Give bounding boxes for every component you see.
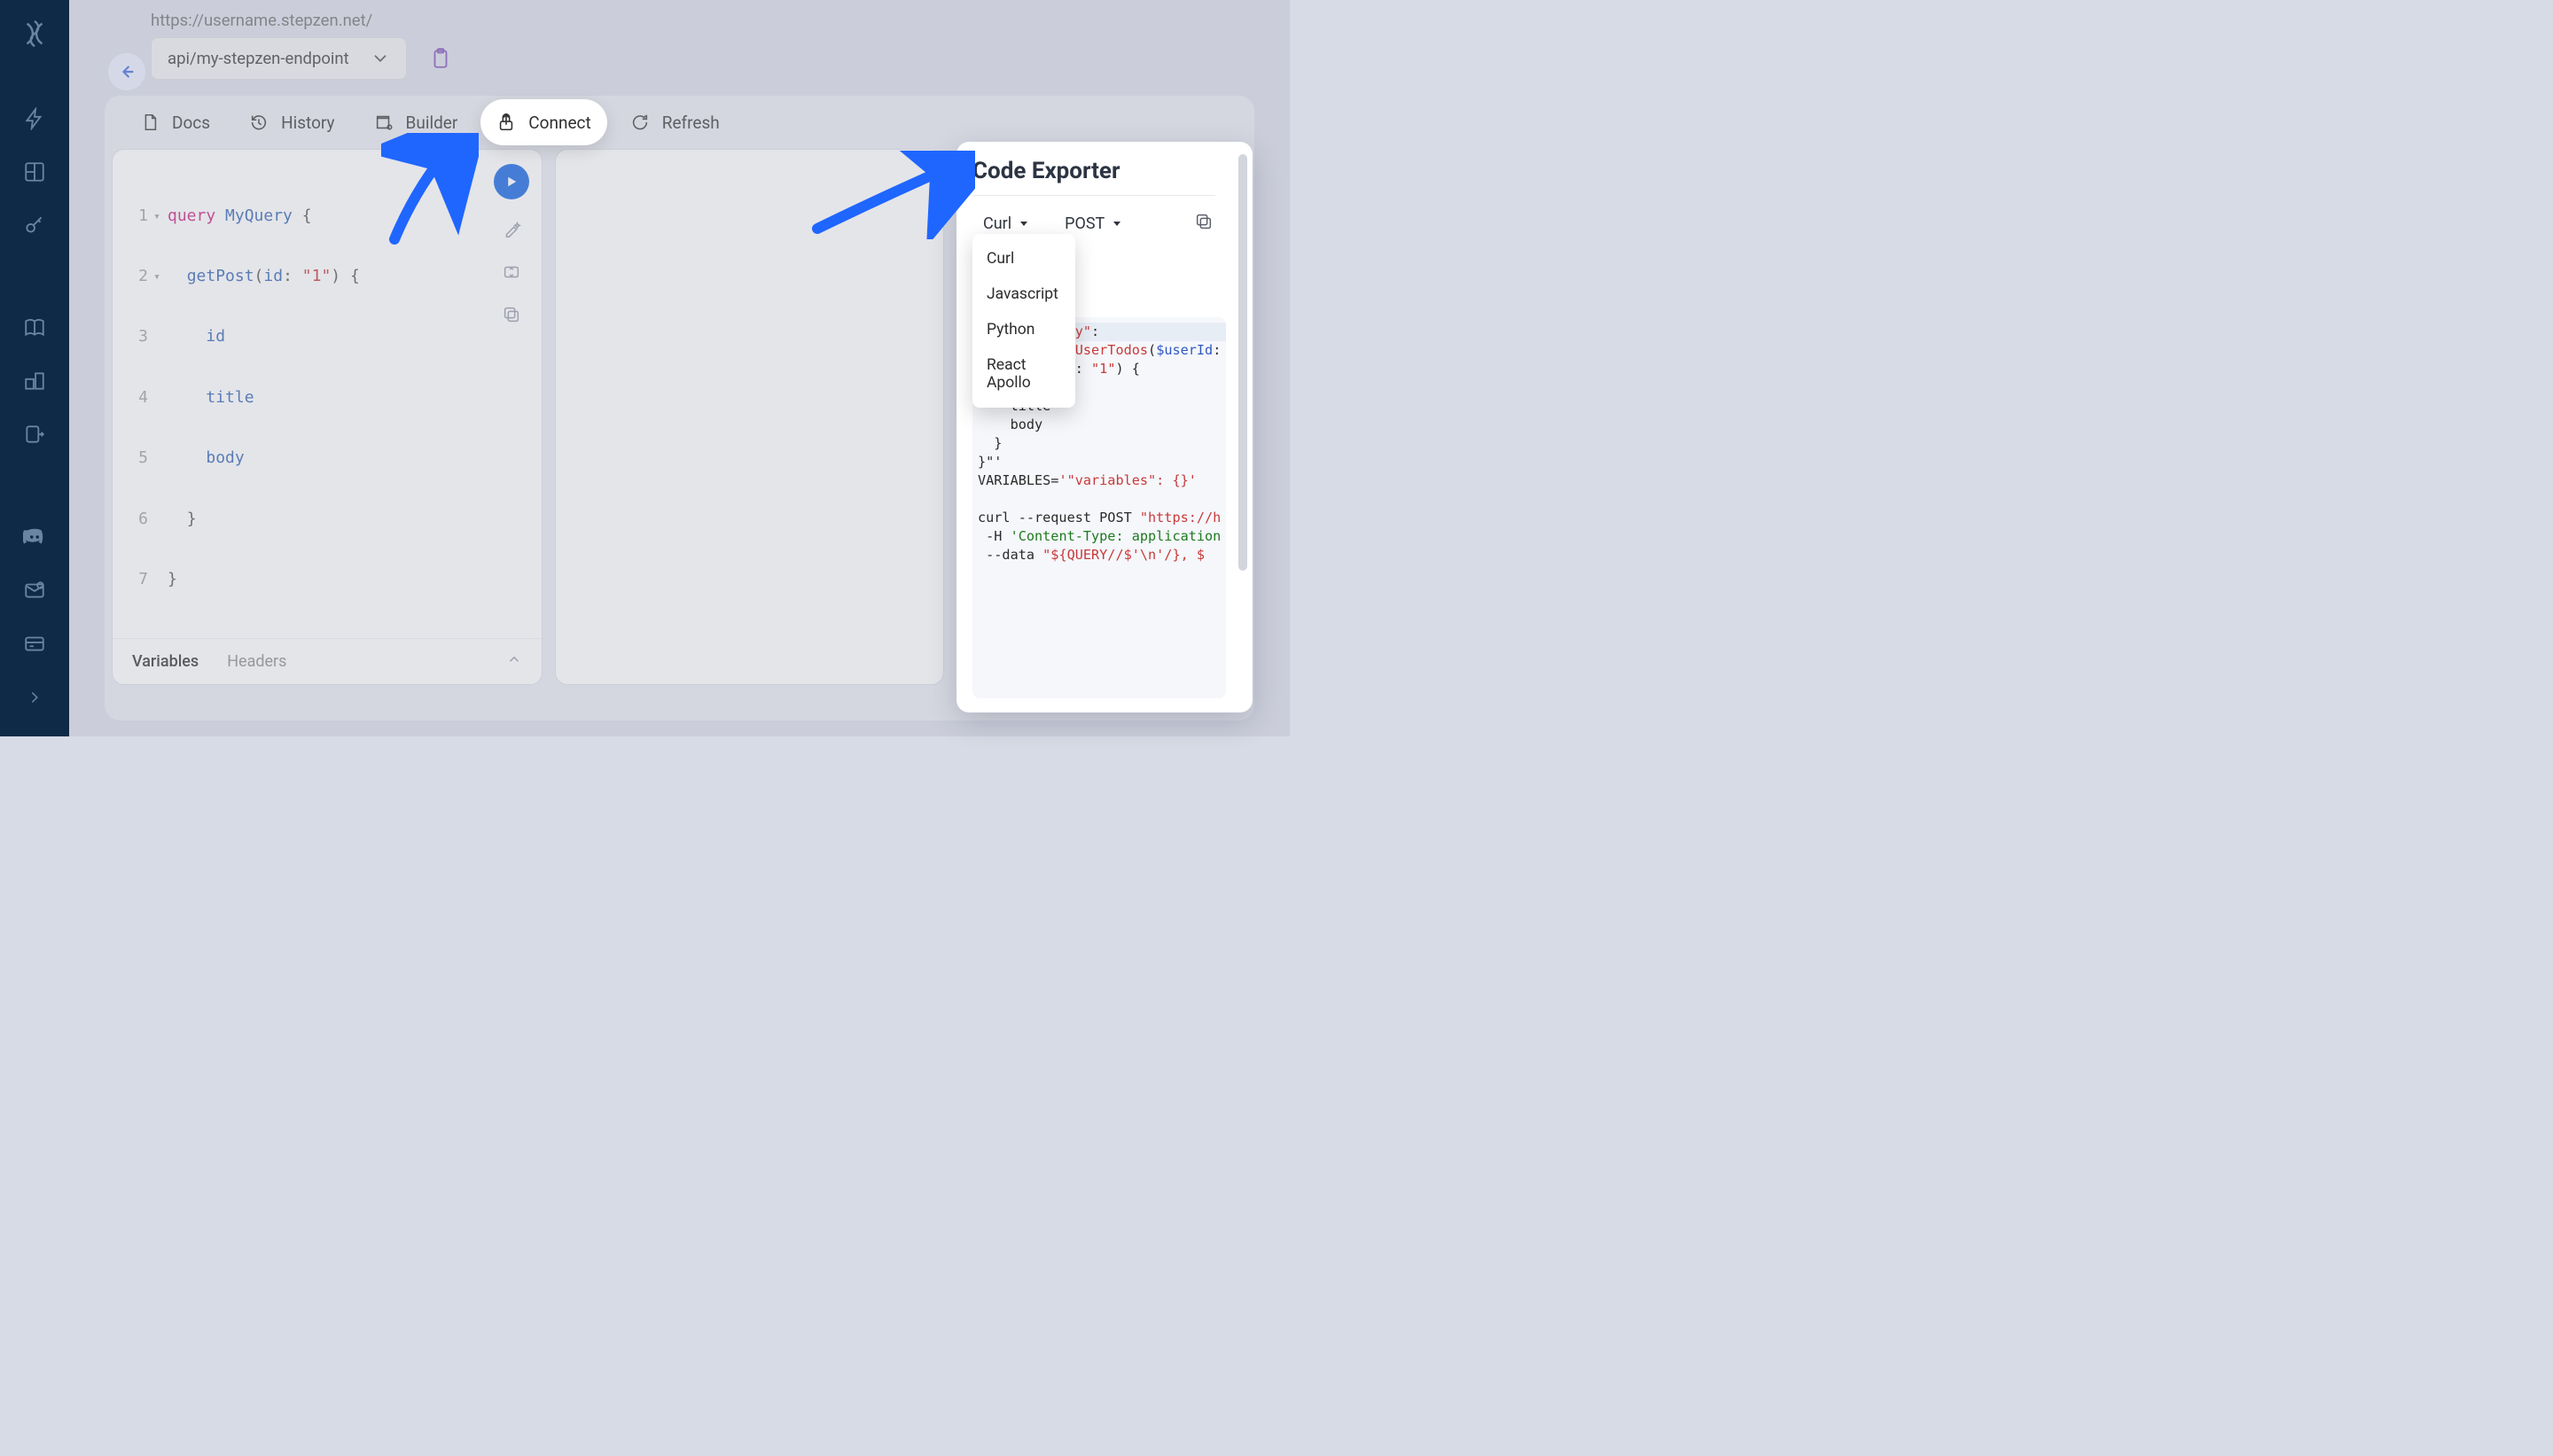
toolbar: Docs History Builder Connect Refresh	[105, 96, 1254, 149]
header: https://username.stepzen.net/ api/my-ste…	[105, 11, 458, 80]
copy-code-button[interactable]	[1194, 212, 1214, 235]
sparkle-icon	[502, 220, 521, 239]
nav-mail-icon[interactable]	[12, 567, 58, 613]
refresh-icon	[630, 113, 650, 132]
docs-icon	[140, 113, 160, 132]
exporter-scrollbar[interactable]	[1238, 154, 1247, 571]
connect-button[interactable]: Connect	[480, 99, 606, 145]
left-nav	[0, 0, 69, 736]
query-editor[interactable]: 1▾ 2▾ 3 4 5 6 7 query MyQuery { getPost(…	[112, 149, 543, 685]
editor-footer: Variables Headers	[113, 638, 542, 684]
caret-down-icon	[1112, 218, 1122, 229]
builder-icon	[374, 113, 394, 132]
line-gutter: 1▾ 2▾ 3 4 5 6 7	[113, 166, 155, 630]
lang-option-javascript[interactable]: Javascript	[972, 276, 1075, 312]
copy-query-button[interactable]	[499, 302, 524, 327]
code-body: query MyQuery { getPost(id: "1") { id ti…	[168, 166, 488, 630]
nav-collapse-icon[interactable]	[12, 674, 58, 720]
lang-option-python[interactable]: Python	[972, 312, 1075, 347]
history-icon	[249, 113, 269, 132]
history-label: History	[281, 113, 334, 133]
merge-icon	[502, 262, 521, 282]
stepzen-logo	[12, 11, 58, 57]
nav-export-icon[interactable]	[12, 411, 58, 457]
language-selected: Curl	[983, 214, 1011, 233]
copy-icon	[1194, 212, 1214, 231]
editor-side-actions	[494, 164, 529, 327]
refresh-button[interactable]: Refresh	[614, 99, 736, 145]
merge-button[interactable]	[499, 260, 524, 284]
refresh-label: Refresh	[662, 113, 720, 133]
builder-label: Builder	[406, 113, 458, 133]
endpoint-url: https://username.stepzen.net/	[151, 11, 458, 30]
footer-collapse-button[interactable]	[506, 651, 522, 672]
copy-icon	[502, 305, 521, 324]
exporter-controls: Curl POST	[983, 212, 1240, 235]
method-selected: POST	[1065, 214, 1105, 233]
code-exporter-panel: Code Exporter Curl POST Curl Javascript …	[956, 142, 1253, 712]
lang-option-curl[interactable]: Curl	[972, 241, 1075, 276]
nav-card-icon[interactable]	[12, 620, 58, 666]
variables-tab[interactable]: Variables	[132, 652, 199, 671]
code-area[interactable]: 1▾ 2▾ 3 4 5 6 7 query MyQuery { getPost(…	[113, 166, 542, 633]
share-icon	[496, 113, 516, 132]
divider	[972, 195, 1215, 196]
back-button[interactable]	[108, 53, 145, 90]
nav-bolt-icon[interactable]	[12, 96, 58, 142]
language-dropdown[interactable]: Curl	[983, 214, 1029, 233]
prettify-button[interactable]	[499, 217, 524, 242]
run-button[interactable]	[494, 164, 529, 199]
play-icon	[504, 174, 519, 190]
endpoint-name: api/my-stepzen-endpoint	[168, 49, 349, 68]
caret-down-icon	[1019, 218, 1029, 229]
nav-discord-icon[interactable]	[12, 514, 58, 560]
copy-endpoint-button[interactable]	[423, 41, 458, 76]
lang-option-react-apollo[interactable]: React Apollo	[972, 347, 1075, 401]
results-pane	[555, 149, 944, 685]
connect-label: Connect	[528, 113, 590, 133]
builder-button[interactable]: Builder	[358, 99, 474, 145]
method-dropdown[interactable]: POST	[1065, 214, 1122, 233]
nav-book-icon[interactable]	[12, 305, 58, 351]
endpoint-selector[interactable]: api/my-stepzen-endpoint	[151, 37, 407, 80]
chevron-down-icon	[371, 49, 390, 68]
history-button[interactable]: History	[233, 99, 350, 145]
language-menu: Curl Javascript Python React Apollo	[972, 234, 1075, 408]
exporter-title: Code Exporter	[972, 158, 1240, 184]
nav-key-icon[interactable]	[12, 202, 58, 248]
nav-layout-icon[interactable]	[12, 149, 58, 195]
chevron-up-icon	[506, 651, 522, 667]
clipboard-icon	[429, 47, 452, 70]
nav-blocks-icon[interactable]	[12, 358, 58, 404]
docs-button[interactable]: Docs	[124, 99, 226, 145]
headers-tab[interactable]: Headers	[227, 652, 286, 671]
docs-label: Docs	[172, 113, 210, 133]
